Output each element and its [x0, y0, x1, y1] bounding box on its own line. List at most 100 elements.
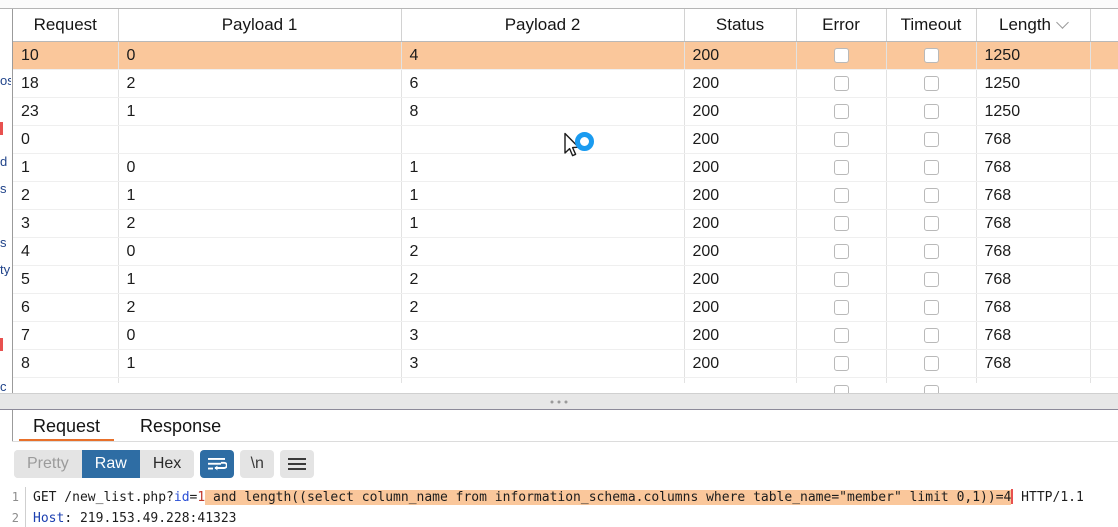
- timeout-checkbox[interactable]: [923, 159, 939, 175]
- hex-view-button[interactable]: Hex: [139, 450, 195, 478]
- error-checkbox[interactable]: [833, 75, 849, 91]
- column-header-length[interactable]: Length: [976, 9, 1091, 42]
- header-value-host: : 219.153.49.228:41323: [64, 511, 237, 526]
- timeout-checkbox[interactable]: [923, 47, 939, 63]
- cell-payload1: 1: [118, 349, 402, 378]
- cell-payload2: 1: [401, 181, 685, 210]
- cell-payload2: 2: [401, 293, 685, 322]
- column-header-payload2[interactable]: Payload 2: [401, 9, 685, 42]
- cell-length: 768: [976, 237, 1091, 266]
- timeout-cell: [886, 69, 977, 98]
- cell-payload2: 6: [401, 69, 685, 98]
- error-checkbox[interactable]: [833, 299, 849, 315]
- raw-request-editor[interactable]: 1 GET /new_list.php?id=1 and length((sele…: [0, 487, 1118, 527]
- error-checkbox[interactable]: [833, 159, 849, 175]
- table-row-partial[interactable]: [12, 383, 1118, 393]
- error-checkbox[interactable]: [833, 327, 849, 343]
- timeout-checkbox[interactable]: [923, 327, 939, 343]
- cell-length: 768: [976, 293, 1091, 322]
- column-header-request[interactable]: Request: [13, 9, 119, 42]
- line-number: 1: [0, 487, 26, 508]
- request-method-path: GET /new_list.php?: [33, 490, 174, 505]
- cell-request: 8: [13, 349, 119, 378]
- timeout-checkbox[interactable]: [923, 131, 939, 147]
- timeout-checkbox[interactable]: [923, 75, 939, 91]
- cell-payload1: 2: [118, 209, 402, 238]
- table-row[interactable]: 0 200 768: [13, 125, 1118, 154]
- error-cell: [796, 69, 887, 98]
- error-checkbox[interactable]: [833, 103, 849, 119]
- cell-payload1: 1: [118, 265, 402, 294]
- timeout-cell: [886, 349, 977, 378]
- cell-length: 768: [976, 349, 1091, 378]
- error-checkbox[interactable]: [833, 215, 849, 231]
- error-cell: [796, 41, 887, 70]
- table-row[interactable]: 1 0 1 200 768: [13, 153, 1118, 182]
- column-header-status[interactable]: Status: [684, 9, 797, 42]
- table-row[interactable]: 4 0 2 200 768: [13, 237, 1118, 266]
- table-row[interactable]: 5 1 2 200 768: [13, 265, 1118, 294]
- cell-request: 23: [13, 97, 119, 126]
- cell-payload2: 1: [401, 153, 685, 182]
- error-checkbox[interactable]: [833, 243, 849, 259]
- raw-line: 2 Host: 219.153.49.228:41323: [0, 508, 1118, 527]
- error-checkbox[interactable]: [833, 47, 849, 63]
- raw-view-button[interactable]: Raw: [81, 450, 140, 478]
- word-wrap-icon[interactable]: [200, 450, 235, 478]
- cell-status: 200: [684, 181, 797, 210]
- timeout-checkbox[interactable]: [924, 385, 939, 393]
- bleed-fragment: d: [0, 155, 8, 168]
- cell-length: 1250: [976, 69, 1091, 98]
- timeout-checkbox[interactable]: [923, 187, 939, 203]
- attack-results-table-container[interactable]: Request Payload 1 Payload 2 Status Error…: [12, 9, 1118, 383]
- column-header-error[interactable]: Error: [796, 9, 887, 42]
- table-row[interactable]: 3 2 1 200 768: [13, 209, 1118, 238]
- table-row[interactable]: 8 1 3 200 768: [13, 349, 1118, 378]
- cell-payload1: 0: [118, 153, 402, 182]
- column-header-payload1[interactable]: Payload 1: [118, 9, 402, 42]
- cell-payload1: 1: [118, 181, 402, 210]
- cell-payload1: 2: [118, 69, 402, 98]
- cell-status: 200: [684, 69, 797, 98]
- error-checkbox[interactable]: [833, 355, 849, 371]
- cell-filler: [1090, 321, 1118, 350]
- chevron-down-icon[interactable]: [1056, 15, 1069, 29]
- error-checkbox[interactable]: [833, 131, 849, 147]
- bleed-fragment: s: [0, 182, 7, 195]
- hamburger-menu-icon[interactable]: [280, 450, 315, 478]
- column-header-filler: [1090, 9, 1118, 42]
- cell-payload2: 3: [401, 349, 685, 378]
- timeout-checkbox[interactable]: [923, 355, 939, 371]
- error-cell: [796, 293, 887, 322]
- table-row[interactable]: 10 0 4 200 1250: [13, 41, 1118, 70]
- tabs-underline: [12, 441, 1118, 442]
- error-checkbox[interactable]: [833, 271, 849, 287]
- error-cell: [796, 321, 887, 350]
- table-row[interactable]: 18 2 6 200 1250: [13, 69, 1118, 98]
- table-row[interactable]: 7 0 3 200 768: [13, 321, 1118, 350]
- column-header-timeout[interactable]: Timeout: [886, 9, 977, 42]
- timeout-checkbox[interactable]: [923, 243, 939, 259]
- timeout-checkbox[interactable]: [923, 299, 939, 315]
- tab-request[interactable]: Request: [13, 410, 120, 442]
- table-row[interactable]: 23 1 8 200 1250: [13, 97, 1118, 126]
- cell-request: 1: [13, 153, 119, 182]
- tab-response[interactable]: Response: [120, 410, 241, 442]
- timeout-cell: [886, 209, 977, 238]
- horizontal-splitter[interactable]: [0, 393, 1118, 410]
- error-checkbox[interactable]: [833, 187, 849, 203]
- cell-request: 10: [13, 41, 119, 70]
- pretty-view-button[interactable]: Pretty: [14, 450, 82, 478]
- table-row[interactable]: 6 2 2 200 768: [13, 293, 1118, 322]
- table-row[interactable]: 2 1 1 200 768: [13, 181, 1118, 210]
- cell-payload2: 2: [401, 265, 685, 294]
- hamburger-lines: [288, 455, 307, 473]
- timeout-checkbox[interactable]: [923, 271, 939, 287]
- timeout-checkbox[interactable]: [923, 215, 939, 231]
- error-checkbox[interactable]: [834, 385, 849, 393]
- timeout-checkbox[interactable]: [923, 103, 939, 119]
- cell-payload1: 0: [118, 237, 402, 266]
- cell-payload1: 1: [118, 97, 402, 126]
- error-cell: [796, 153, 887, 182]
- show-newlines-icon[interactable]: \n: [240, 450, 275, 478]
